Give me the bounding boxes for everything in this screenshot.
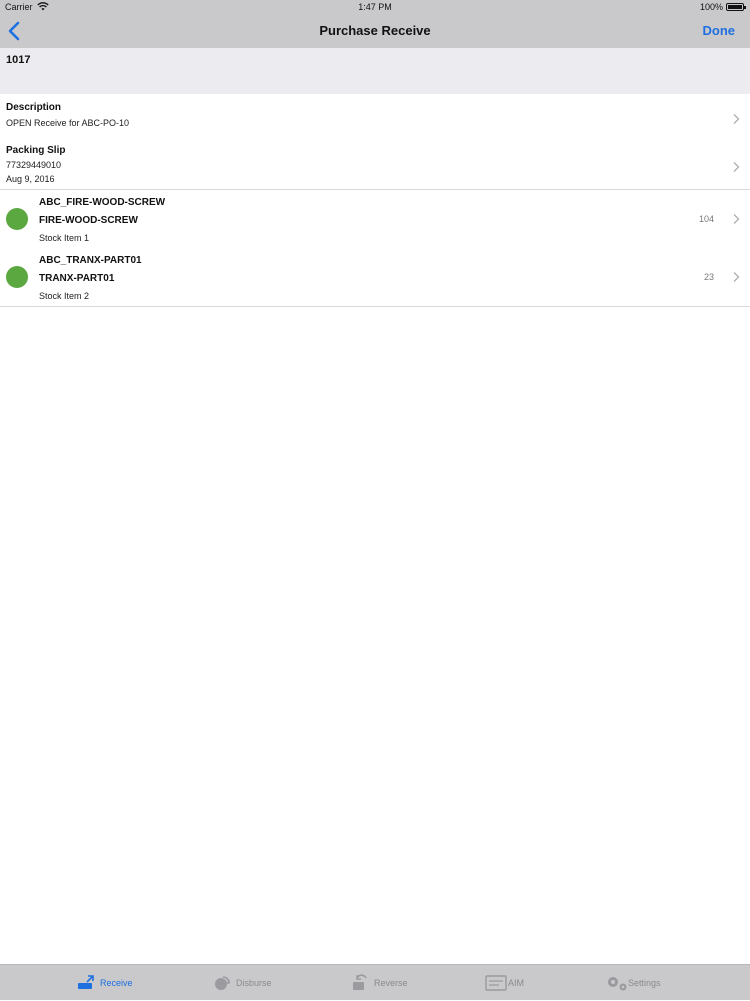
tab-label: AIM (508, 978, 525, 988)
list-item[interactable]: ABC_TRANX-PART01 TRANX-PART01 Stock Item… (0, 248, 750, 306)
po-number: 1017 (6, 54, 31, 66)
list-bottom-divider (0, 306, 750, 307)
battery-icon (726, 3, 746, 11)
tab-label: Reverse (374, 978, 408, 988)
chevron-right-icon (732, 270, 740, 282)
packing-slip-number: 77329449010 (6, 160, 62, 170)
done-button[interactable]: Done (703, 23, 736, 38)
receive-icon (77, 974, 95, 992)
item-quantity: 104 (698, 214, 714, 224)
tab-disburse[interactable]: Disburse (213, 965, 272, 1001)
description-value: OPEN Receive for ABC-PO-10 (6, 118, 130, 128)
list-item[interactable]: ABC_FIRE-WOOD-SCREW FIRE-WOOD-SCREW Stoc… (0, 190, 750, 248)
chevron-right-icon (732, 212, 740, 224)
page-title: Purchase Receive (319, 23, 431, 38)
tab-bar: Receive Disburse Reverse AIM Settings (0, 964, 750, 1000)
aim-icon (485, 974, 507, 992)
tab-label: Receive (100, 978, 133, 988)
tab-label: Disburse (236, 978, 272, 988)
gear-icon (605, 974, 627, 992)
status-bar: Carrier 1:47 PM 100% (0, 0, 750, 14)
packing-slip-label: Packing Slip (6, 145, 66, 156)
packing-slip-row[interactable]: Packing Slip 77329449010 Aug 9, 2016 (0, 138, 750, 189)
disburse-icon (213, 974, 231, 992)
description-label: Description (6, 102, 62, 113)
tab-receive[interactable]: Receive (77, 965, 133, 1001)
item-code: ABC_TRANX-PART01 (39, 255, 142, 266)
item-name: FIRE-WOOD-SCREW (39, 215, 138, 226)
description-row[interactable]: Description OPEN Receive for ABC-PO-10 (0, 94, 750, 138)
chevron-right-icon (732, 112, 740, 124)
po-header: 1017 (0, 48, 750, 94)
status-dot (6, 208, 28, 230)
reverse-icon (351, 974, 369, 992)
tab-aim[interactable]: AIM (485, 965, 524, 1001)
packing-slip-date: Aug 9, 2016 (6, 174, 55, 184)
item-name: TRANX-PART01 (39, 273, 115, 284)
tab-label: Settings (628, 978, 661, 988)
clock-label: 1:47 PM (358, 2, 392, 12)
tab-reverse[interactable]: Reverse (351, 965, 408, 1001)
battery-percent: 100% (699, 2, 723, 12)
item-stock-label: Stock Item 1 (39, 233, 90, 243)
item-quantity: 23 (703, 272, 714, 282)
navigation-bar: Purchase Receive Done (0, 14, 750, 48)
item-stock-label: Stock Item 2 (39, 291, 90, 301)
tab-settings[interactable]: Settings (605, 965, 661, 1001)
item-code: ABC_FIRE-WOOD-SCREW (39, 197, 166, 208)
status-dot (6, 266, 28, 288)
chevron-right-icon (732, 160, 740, 172)
